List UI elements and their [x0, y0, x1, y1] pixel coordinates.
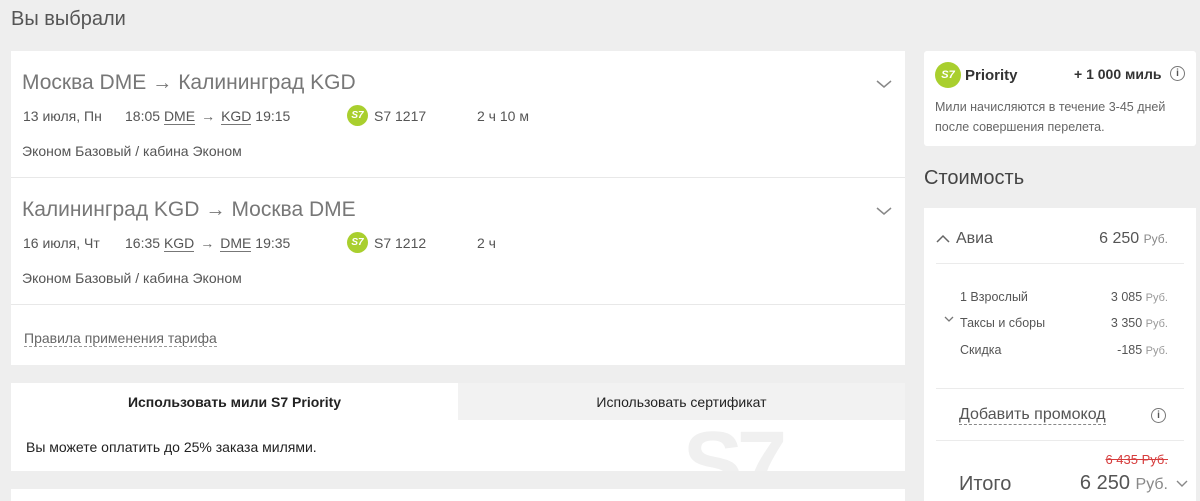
currency: Руб. [1145, 318, 1168, 330]
arrow-right-icon: → [205, 199, 226, 221]
flights-card: Москва DME → Калининград KGD 13 июля, Пн 1… [11, 51, 905, 365]
flight-date: 16 июля, Чт [23, 235, 100, 251]
flight-number: S7 S7 1217 [347, 105, 426, 126]
price-line-amount: 3 350 [1110, 316, 1143, 330]
route-to: Калининград KGD [178, 71, 356, 94]
next-card [11, 489, 905, 501]
currency: Руб. [1143, 232, 1168, 246]
cabin-class: Эконом Базовый / кабина Эконом [22, 270, 242, 286]
flight-duration: 2 ч 10 м [477, 108, 529, 124]
chevron-up-icon [936, 234, 950, 243]
price-line-label: 1 Взрослый [960, 290, 1028, 304]
miles-earned: + 1 000 миль [1074, 66, 1162, 82]
currency: Руб. [1145, 345, 1168, 357]
dep-airport-link[interactable]: DME [163, 108, 196, 125]
chevron-down-icon[interactable] [875, 75, 893, 93]
price-line-taxes[interactable]: Таксы и сборы 3 350 Руб. [960, 316, 1168, 330]
priority-card: S7 Priority + 1 000 миль i Мили начисляют… [924, 51, 1196, 146]
total-price: 6 250 Руб. [1080, 472, 1168, 495]
s7-watermark: S7 [683, 414, 787, 471]
miles-info-text: Вы можете оплатить до 25% заказа милями. [26, 439, 317, 455]
s7-logo-icon: S7 [347, 232, 368, 253]
price-line-amount: -185 [1117, 343, 1143, 357]
currency: Руб. [1145, 292, 1168, 304]
arrow-right-icon: → [201, 108, 216, 124]
total-label: Итого [959, 473, 1012, 495]
chevron-down-icon[interactable] [944, 315, 954, 323]
avia-price-value: 6 250 [1099, 230, 1140, 247]
s7-priority-logo: S7 Priority [935, 62, 1018, 88]
info-icon[interactable]: i [1170, 66, 1185, 81]
tab-use-certificate[interactable]: Использовать сертификат [458, 383, 905, 420]
avia-toggle[interactable]: Авиа 6 250 Руб. [936, 230, 1186, 248]
fare-rules-link[interactable]: Правила применения тарифа [24, 330, 217, 347]
divider [936, 440, 1184, 441]
chevron-down-icon[interactable] [875, 202, 893, 220]
price-line-value: 3 350 Руб. [1111, 316, 1168, 330]
price-line-value: 3 085 Руб. [1111, 290, 1168, 304]
chevron-down-icon[interactable] [1176, 478, 1188, 488]
route-from: Москва DME [22, 71, 147, 94]
arr-time: 19:35 [255, 235, 291, 251]
price-line-discount: Скидка -185 Руб. [960, 343, 1168, 357]
total-price-value: 6 250 [1079, 472, 1130, 494]
flight-segment-return[interactable]: Калининград KGD → Москва DME 16 июля, Чт 1… [11, 178, 905, 305]
priority-logo-text: Priority [965, 66, 1018, 84]
cost-title: Стоимость [924, 167, 1025, 189]
tab-use-miles[interactable]: Использовать мили S7 Priority [11, 383, 458, 420]
miles-payment-card: S7 Использовать мили S7 Priority Использ… [11, 383, 905, 471]
route-to: Москва DME [231, 198, 356, 221]
flight-duration: 2 ч [477, 235, 496, 251]
price-line-label: Таксы и сборы [960, 316, 1046, 330]
divider [936, 388, 1184, 389]
s7-logo-icon: S7 [347, 105, 368, 126]
avia-label: Авиа [956, 230, 994, 247]
arrow-right-icon: → [200, 235, 215, 251]
flight-times: 16:35 KGD → DME 19:35 [125, 235, 291, 252]
flight-number: S7 S7 1212 [347, 232, 426, 253]
segment-route: Москва DME → Калининград KGD [22, 71, 356, 95]
miles-description: Мили начисляются в течение 3-45 дней пос… [935, 100, 1166, 134]
flight-segment-outbound[interactable]: Москва DME → Калининград KGD 13 июля, Пн 1… [11, 51, 905, 178]
s7-logo-icon: S7 [935, 62, 961, 88]
flight-times: 18:05 DME → KGD 19:15 [125, 108, 291, 125]
dep-airport-link[interactable]: KGD [163, 235, 195, 252]
arr-airport-link[interactable]: KGD [221, 108, 252, 125]
old-total-price: 6 435 Руб. [1105, 452, 1168, 467]
price-line-label: Скидка [960, 343, 1002, 357]
segment-route: Калининград KGD → Москва DME [22, 198, 356, 222]
cabin-class: Эконом Базовый / кабина Эконом [22, 143, 242, 159]
route-from: Калининград KGD [22, 198, 200, 221]
divider [936, 263, 1184, 264]
price-line-adult: 1 Взрослый 3 085 Руб. [960, 290, 1168, 304]
price-line-value: -185 Руб. [1117, 343, 1168, 357]
flight-date: 13 июля, Пн [23, 108, 102, 124]
dep-time: 16:35 [125, 235, 161, 251]
arr-time: 19:15 [255, 108, 291, 124]
price-line-amount: 3 085 [1110, 290, 1143, 304]
arr-airport-link[interactable]: DME [220, 235, 252, 252]
dep-time: 18:05 [125, 108, 161, 124]
page-title: Вы выбрали [11, 8, 126, 30]
cost-card: Авиа 6 250 Руб. 1 Взрослый 3 085 Руб. Та… [924, 208, 1196, 501]
flight-number-text: S7 1217 [374, 107, 427, 124]
avia-price: 6 250 Руб. [1099, 230, 1168, 248]
arrow-right-icon: → [152, 72, 173, 94]
flight-number-text: S7 1212 [374, 234, 427, 251]
info-icon[interactable]: i [1151, 408, 1166, 423]
add-promo-code-link[interactable]: Добавить промокод [959, 406, 1106, 425]
currency: Руб. [1135, 476, 1168, 493]
